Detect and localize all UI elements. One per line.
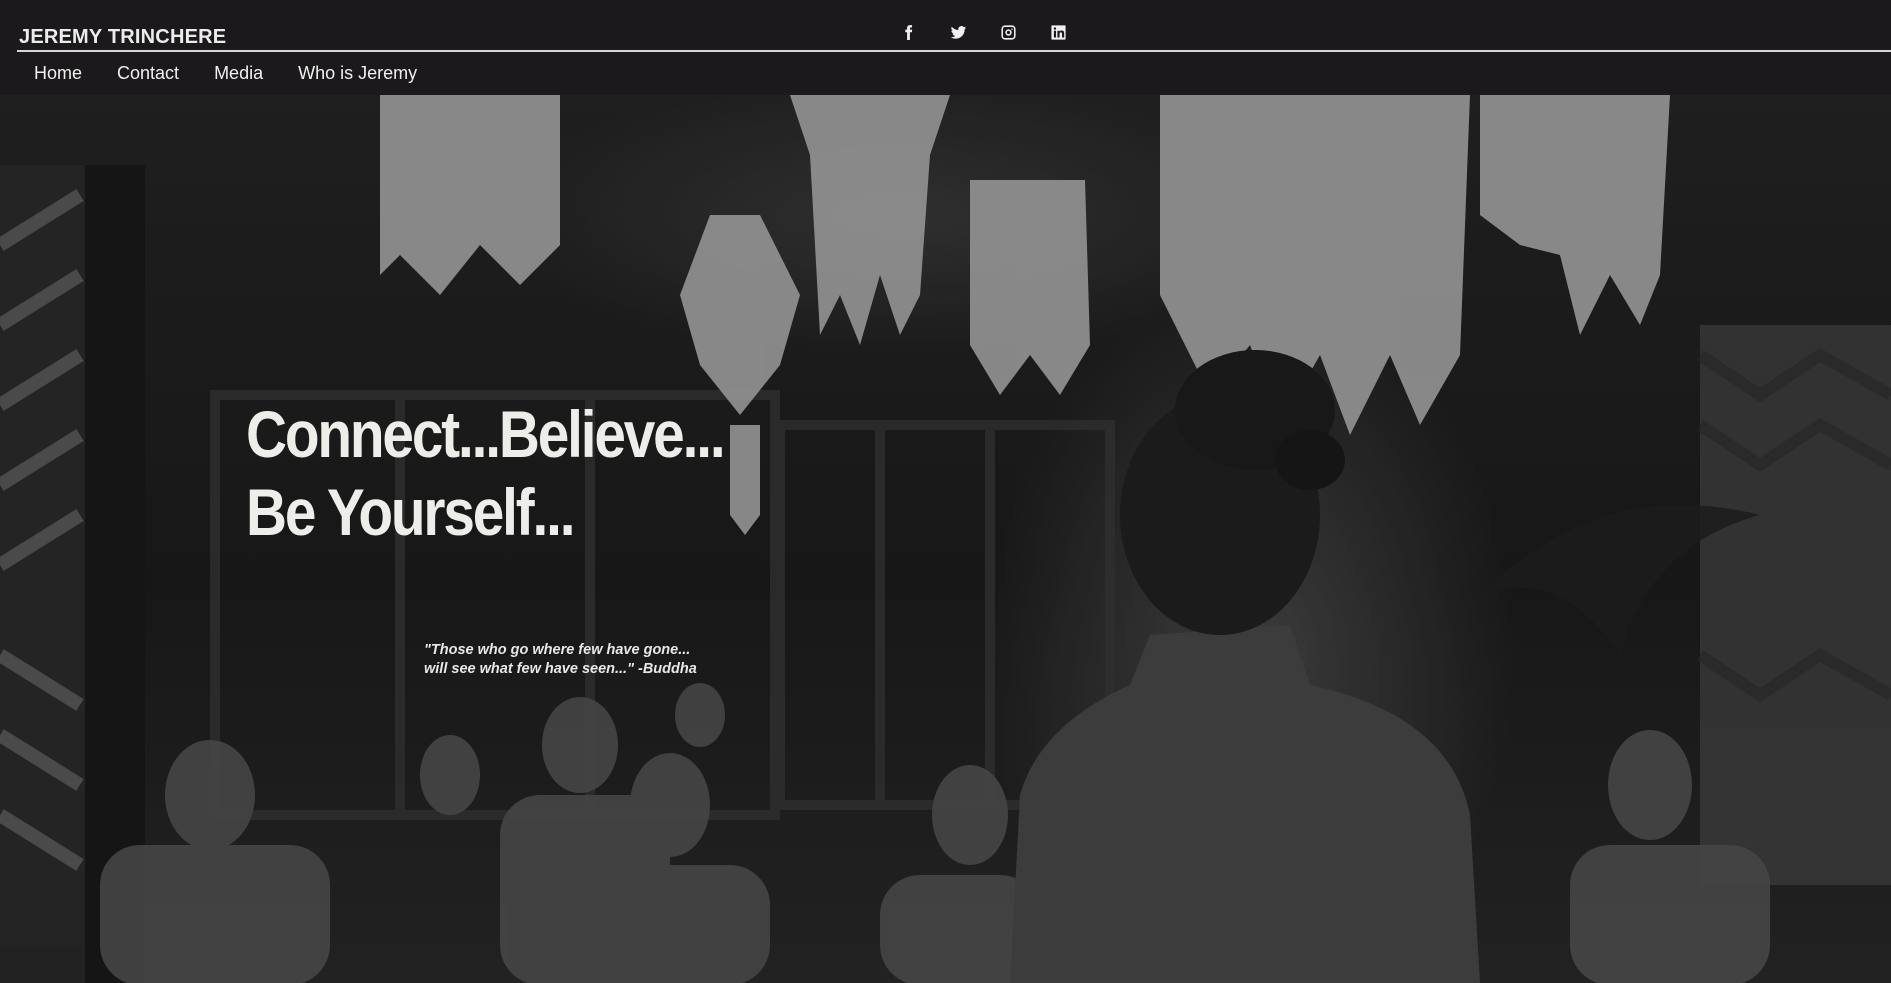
nav-item-contact[interactable]: Contact	[117, 63, 179, 84]
social-links	[898, 22, 1068, 42]
headline-line-2: Be Yourself...	[246, 475, 576, 549]
quote-line-1: "Those who go where few have gone...	[424, 642, 691, 658]
headline-line-1: Connect...Believe...	[246, 397, 726, 471]
nav-item-home[interactable]: Home	[34, 63, 82, 84]
site-brand[interactable]: JEREMY TRINCHERE	[19, 26, 226, 49]
facebook-icon[interactable]	[898, 22, 918, 42]
header-divider	[17, 50, 1891, 52]
hero-section: Connect...Believe... Be Yourself... "Tho…	[0, 95, 1891, 983]
linkedin-icon[interactable]	[1048, 22, 1068, 42]
twitter-icon[interactable]	[948, 22, 968, 42]
main-nav: Home Contact Media Who is Jeremy	[34, 63, 417, 84]
instagram-icon[interactable]	[998, 22, 1018, 42]
nav-item-media[interactable]: Media	[214, 63, 263, 84]
site-header: JEREMY TRINCHERE Home Contact Media Who …	[0, 0, 1891, 95]
nav-item-who-is-jeremy[interactable]: Who is Jeremy	[298, 63, 417, 84]
quote-line-2: will see what few have seen..." -Buddha	[424, 661, 697, 677]
hero-quote: "Those who go where few have gone... wil…	[424, 641, 697, 679]
hero-headline: Connect...Believe... Be Yourself...	[246, 395, 726, 551]
